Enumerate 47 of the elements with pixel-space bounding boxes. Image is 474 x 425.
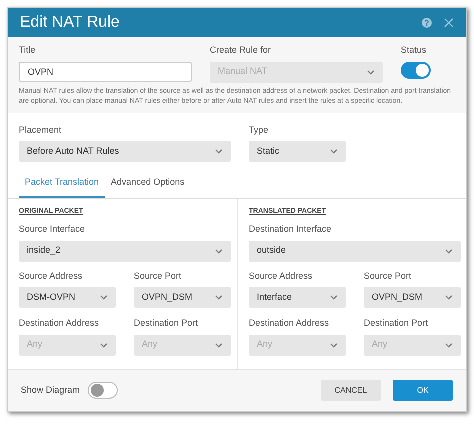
chevron-down-icon — [215, 342, 223, 348]
select-field[interactable]: inside_2 — [19, 240, 231, 262]
cancel-button[interactable]: CANCEL — [321, 380, 381, 401]
chevron-down-icon — [215, 295, 223, 300]
chevron-down-icon — [100, 295, 108, 300]
field-label: Destination Port — [364, 317, 430, 330]
field-label: Placement — [19, 124, 63, 136]
tab[interactable]: Advanced Options — [105, 176, 191, 198]
field-label: Destination Address — [249, 317, 330, 330]
chevron-down-icon — [445, 342, 453, 348]
diagram-toggle[interactable] — [88, 382, 118, 399]
close-icon[interactable] — [444, 18, 454, 28]
show-diagram-label: Show Diagram — [21, 384, 80, 397]
field-label: Status — [401, 44, 428, 57]
status-toggle[interactable] — [401, 62, 431, 78]
select-field[interactable]: OVPN_DSM — [134, 287, 231, 308]
select-field[interactable]: OVPN_DSM — [364, 287, 461, 308]
field-label: Type — [249, 124, 270, 137]
field-label: Source Interface — [19, 223, 86, 236]
field-label: Destination Address — [19, 317, 100, 330]
select-field[interactable]: DSM-OVPN — [19, 287, 116, 308]
chevron-down-icon — [330, 342, 338, 348]
tab[interactable]: Packet Translation — [19, 176, 106, 198]
chevron-down-icon — [445, 248, 453, 254]
field-label: Source Port — [364, 270, 413, 282]
select-field[interactable]: Before Auto NAT Rules — [19, 141, 231, 162]
title-input[interactable]: OVPN — [19, 62, 192, 82]
window-title: Edit NAT Rule — [20, 12, 120, 32]
field-label: Source Address — [249, 270, 314, 282]
chevron-down-icon — [367, 70, 375, 74]
chevron-down-icon — [215, 248, 223, 254]
select-field[interactable]: Static — [249, 141, 346, 162]
select-field[interactable]: Interface — [249, 287, 346, 308]
chevron-down-icon — [445, 295, 453, 300]
field-label: Source Port — [134, 270, 183, 282]
chevron-down-icon — [215, 149, 223, 154]
ok-button[interactable]: OK — [393, 380, 453, 401]
field-label: Destination Interface — [249, 223, 333, 236]
chevron-down-icon — [330, 149, 338, 154]
field-label: Create Rule for — [210, 44, 272, 57]
chevron-down-icon — [100, 342, 108, 348]
field-label: Source Address — [19, 270, 84, 282]
select-field[interactable]: outside — [249, 240, 461, 262]
chevron-down-icon — [330, 295, 338, 300]
field-label: Title — [19, 44, 37, 57]
help-icon[interactable] — [422, 18, 432, 28]
field-label: Destination Port — [134, 317, 200, 330]
